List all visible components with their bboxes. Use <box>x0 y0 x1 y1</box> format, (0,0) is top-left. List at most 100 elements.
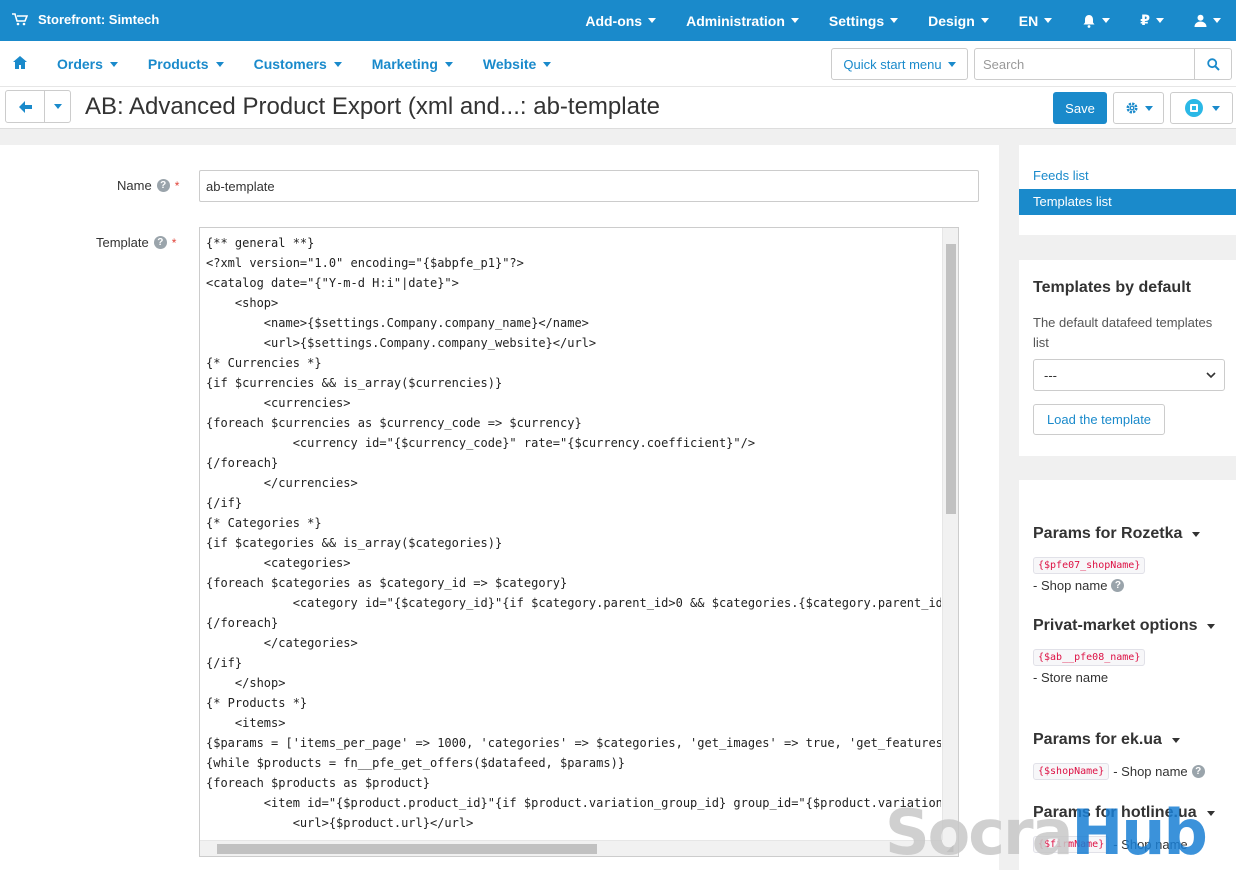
nav-customers[interactable]: Customers <box>239 56 357 72</box>
search-input[interactable] <box>974 48 1195 80</box>
sidebar-item-feeds-list[interactable]: Feeds list <box>1019 163 1236 189</box>
menu-administration[interactable]: Administration <box>671 0 814 41</box>
chevron-down-icon <box>1207 623 1216 629</box>
code-line: <category id="{$category_id}"{if $catego… <box>206 596 941 610</box>
chevron-down-icon <box>1211 105 1220 111</box>
code-line: {* Products *} <box>206 696 308 710</box>
code-line: {foreach $currencies as $currency_code =… <box>206 416 582 430</box>
params-privat-toggle[interactable]: Privat-market options <box>1033 617 1222 635</box>
nav-orders-label: Orders <box>57 56 103 72</box>
settings-dropdown-button[interactable] <box>1113 92 1164 124</box>
quick-start-menu-label: Quick start menu <box>843 56 942 72</box>
home-icon[interactable] <box>13 56 27 72</box>
chevron-down-icon <box>1213 18 1221 23</box>
chevron-down-icon <box>947 61 956 67</box>
code-line: </currencies> <box>206 476 358 490</box>
name-label: Name <box>117 178 152 193</box>
menu-user[interactable] <box>1179 0 1236 41</box>
chevron-down-icon <box>790 18 799 23</box>
top-bar: Storefront: Simtech Add-ons Administrati… <box>0 0 1236 41</box>
gear-icon <box>1126 102 1137 114</box>
params-rozetka-toggle[interactable]: Params for Rozetka <box>1033 525 1222 543</box>
nav-website[interactable]: Website <box>468 56 566 72</box>
param-code: {$shopName} <box>1033 763 1110 780</box>
vertical-scrollbar[interactable] <box>942 228 958 840</box>
watermark-part1: Socra <box>885 796 1073 869</box>
nav-website-label: Website <box>482 56 537 72</box>
arrow-left-icon <box>18 100 32 113</box>
back-dropdown-button[interactable] <box>44 90 71 123</box>
menu-language[interactable]: EN <box>1004 0 1067 41</box>
code-line: {* Currencies *} <box>206 356 322 370</box>
menu-addons-label: Add-ons <box>585 12 643 29</box>
code-line: {if $categories && is_array($categories)… <box>206 536 503 550</box>
chevron-down-icon <box>1206 810 1215 816</box>
template-select-value: --- <box>1044 367 1057 383</box>
chevron-down-icon <box>444 61 453 67</box>
template-form: Name ? * Template ? * {** general **} <?x… <box>0 145 999 870</box>
menu-currency-label: ₽ <box>1140 12 1150 28</box>
menu-settings[interactable]: Settings <box>814 0 913 41</box>
scroll-thumb[interactable] <box>946 244 956 514</box>
chevron-down-icon <box>1192 531 1201 537</box>
nav-items: Orders Products Customers Marketing Webs… <box>42 41 566 87</box>
menu-design[interactable]: Design <box>913 0 1004 41</box>
code-line: <shop> <box>206 296 279 310</box>
code-line: <url>{$product.url}</url> <box>206 816 474 830</box>
template-editor[interactable]: {** general **} <?xml version="1.0" encod… <box>199 227 959 857</box>
code-line: {foreach $products as $product} <box>206 776 430 790</box>
horizontal-scrollbar[interactable] <box>200 840 944 856</box>
template-label-row: Template ? * <box>96 235 176 250</box>
load-template-button[interactable]: Load the template <box>1033 404 1165 435</box>
code-line: {** general **} <box>206 236 315 250</box>
code-line: <catalog date="{"Y-m-d H:i"|date}"> <box>206 276 459 290</box>
menu-design-label: Design <box>928 12 975 29</box>
chevron-down-icon <box>890 18 899 23</box>
nav-products[interactable]: Products <box>133 56 239 72</box>
chevron-down-icon <box>1044 18 1053 23</box>
help-icon[interactable]: ? <box>1191 765 1205 778</box>
nav-products-label: Products <box>147 56 209 72</box>
addon-dropdown-button[interactable] <box>1170 92 1233 124</box>
template-code: {** general **} <?xml version="1.0" encod… <box>206 233 941 833</box>
name-field[interactable] <box>199 170 979 202</box>
menu-addons[interactable]: Add-ons <box>570 0 671 41</box>
chevron-down-icon <box>215 61 224 67</box>
code-line: <categories> <box>206 556 351 570</box>
menu-notifications[interactable] <box>1067 0 1125 41</box>
chevron-down-icon <box>1206 371 1216 378</box>
params-ekua-toggle[interactable]: Params for ek.ua <box>1033 731 1222 749</box>
code-line: {$params = ['items_per_page' => 1000, 'c… <box>206 736 941 750</box>
menu-language-label: EN <box>1018 12 1039 29</box>
menu-currency[interactable]: ₽ <box>1125 0 1179 41</box>
chevron-down-icon <box>543 61 552 67</box>
save-button[interactable]: Save <box>1053 92 1107 124</box>
search-button[interactable] <box>1194 48 1232 80</box>
name-label-row: Name ? * <box>117 178 179 193</box>
help-icon[interactable]: ? <box>153 236 167 249</box>
sidebar-item-templates-list[interactable]: Templates list <box>1019 189 1236 215</box>
nav-marketing[interactable]: Marketing <box>357 56 468 72</box>
scroll-thumb[interactable] <box>217 844 597 854</box>
code-line: {foreach $categories as $category_id => … <box>206 576 568 590</box>
code-line: {/foreach} <box>206 616 279 630</box>
chevron-down-icon <box>1102 18 1111 23</box>
quick-start-menu-button[interactable]: Quick start menu <box>831 48 968 80</box>
search-icon <box>1206 57 1220 71</box>
code-line: <name>{$settings.Company.company_name}</… <box>206 316 589 330</box>
template-select[interactable]: --- <box>1033 359 1225 391</box>
nav-orders[interactable]: Orders <box>42 56 133 72</box>
help-icon[interactable]: ? <box>1111 579 1125 592</box>
templates-default-panel: Templates by default The default datafee… <box>1019 260 1236 456</box>
chevron-down-icon <box>1171 737 1180 743</box>
code-line: {/if} <box>206 496 243 510</box>
menu-administration-label: Administration <box>686 12 785 29</box>
storefront-link[interactable]: Storefront: Simtech <box>12 12 159 27</box>
back-button[interactable] <box>5 90 45 123</box>
chevron-down-icon <box>1144 105 1153 111</box>
code-line: </categories> <box>206 636 358 650</box>
help-icon[interactable]: ? <box>156 179 170 192</box>
params-ekua-title: Params for ek.ua <box>1033 731 1162 748</box>
menu-settings-label: Settings <box>828 12 885 29</box>
required-asterisk: * <box>174 178 180 193</box>
